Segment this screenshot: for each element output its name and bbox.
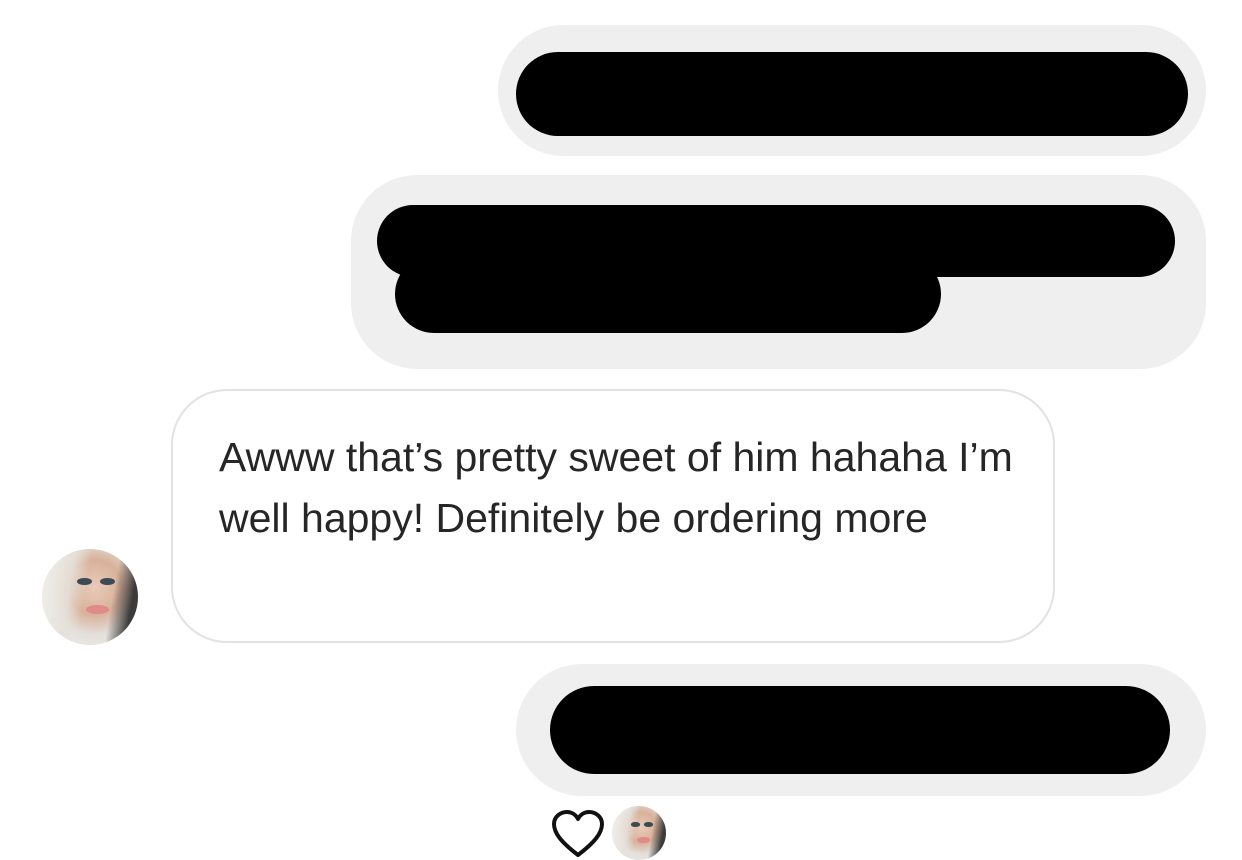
- incoming-message-bubble[interactable]: Awww that’s pretty sweet of him hahaha I…: [171, 389, 1055, 643]
- outgoing-message-bubble[interactable]: [516, 664, 1206, 796]
- incoming-message-text: Awww that’s pretty sweet of him hahaha I…: [219, 434, 1013, 541]
- redaction-mark: [395, 255, 941, 333]
- chat-thread: Awww that’s pretty sweet of him hahaha I…: [0, 0, 1242, 860]
- reaction-avatar: [612, 806, 666, 860]
- outgoing-message-bubble[interactable]: [351, 175, 1206, 369]
- outgoing-message-bubble[interactable]: [498, 25, 1206, 156]
- redaction-mark: [550, 686, 1170, 774]
- redaction-mark: [516, 52, 1188, 136]
- heart-outline-icon[interactable]: [551, 809, 605, 859]
- sender-avatar[interactable]: [42, 549, 138, 645]
